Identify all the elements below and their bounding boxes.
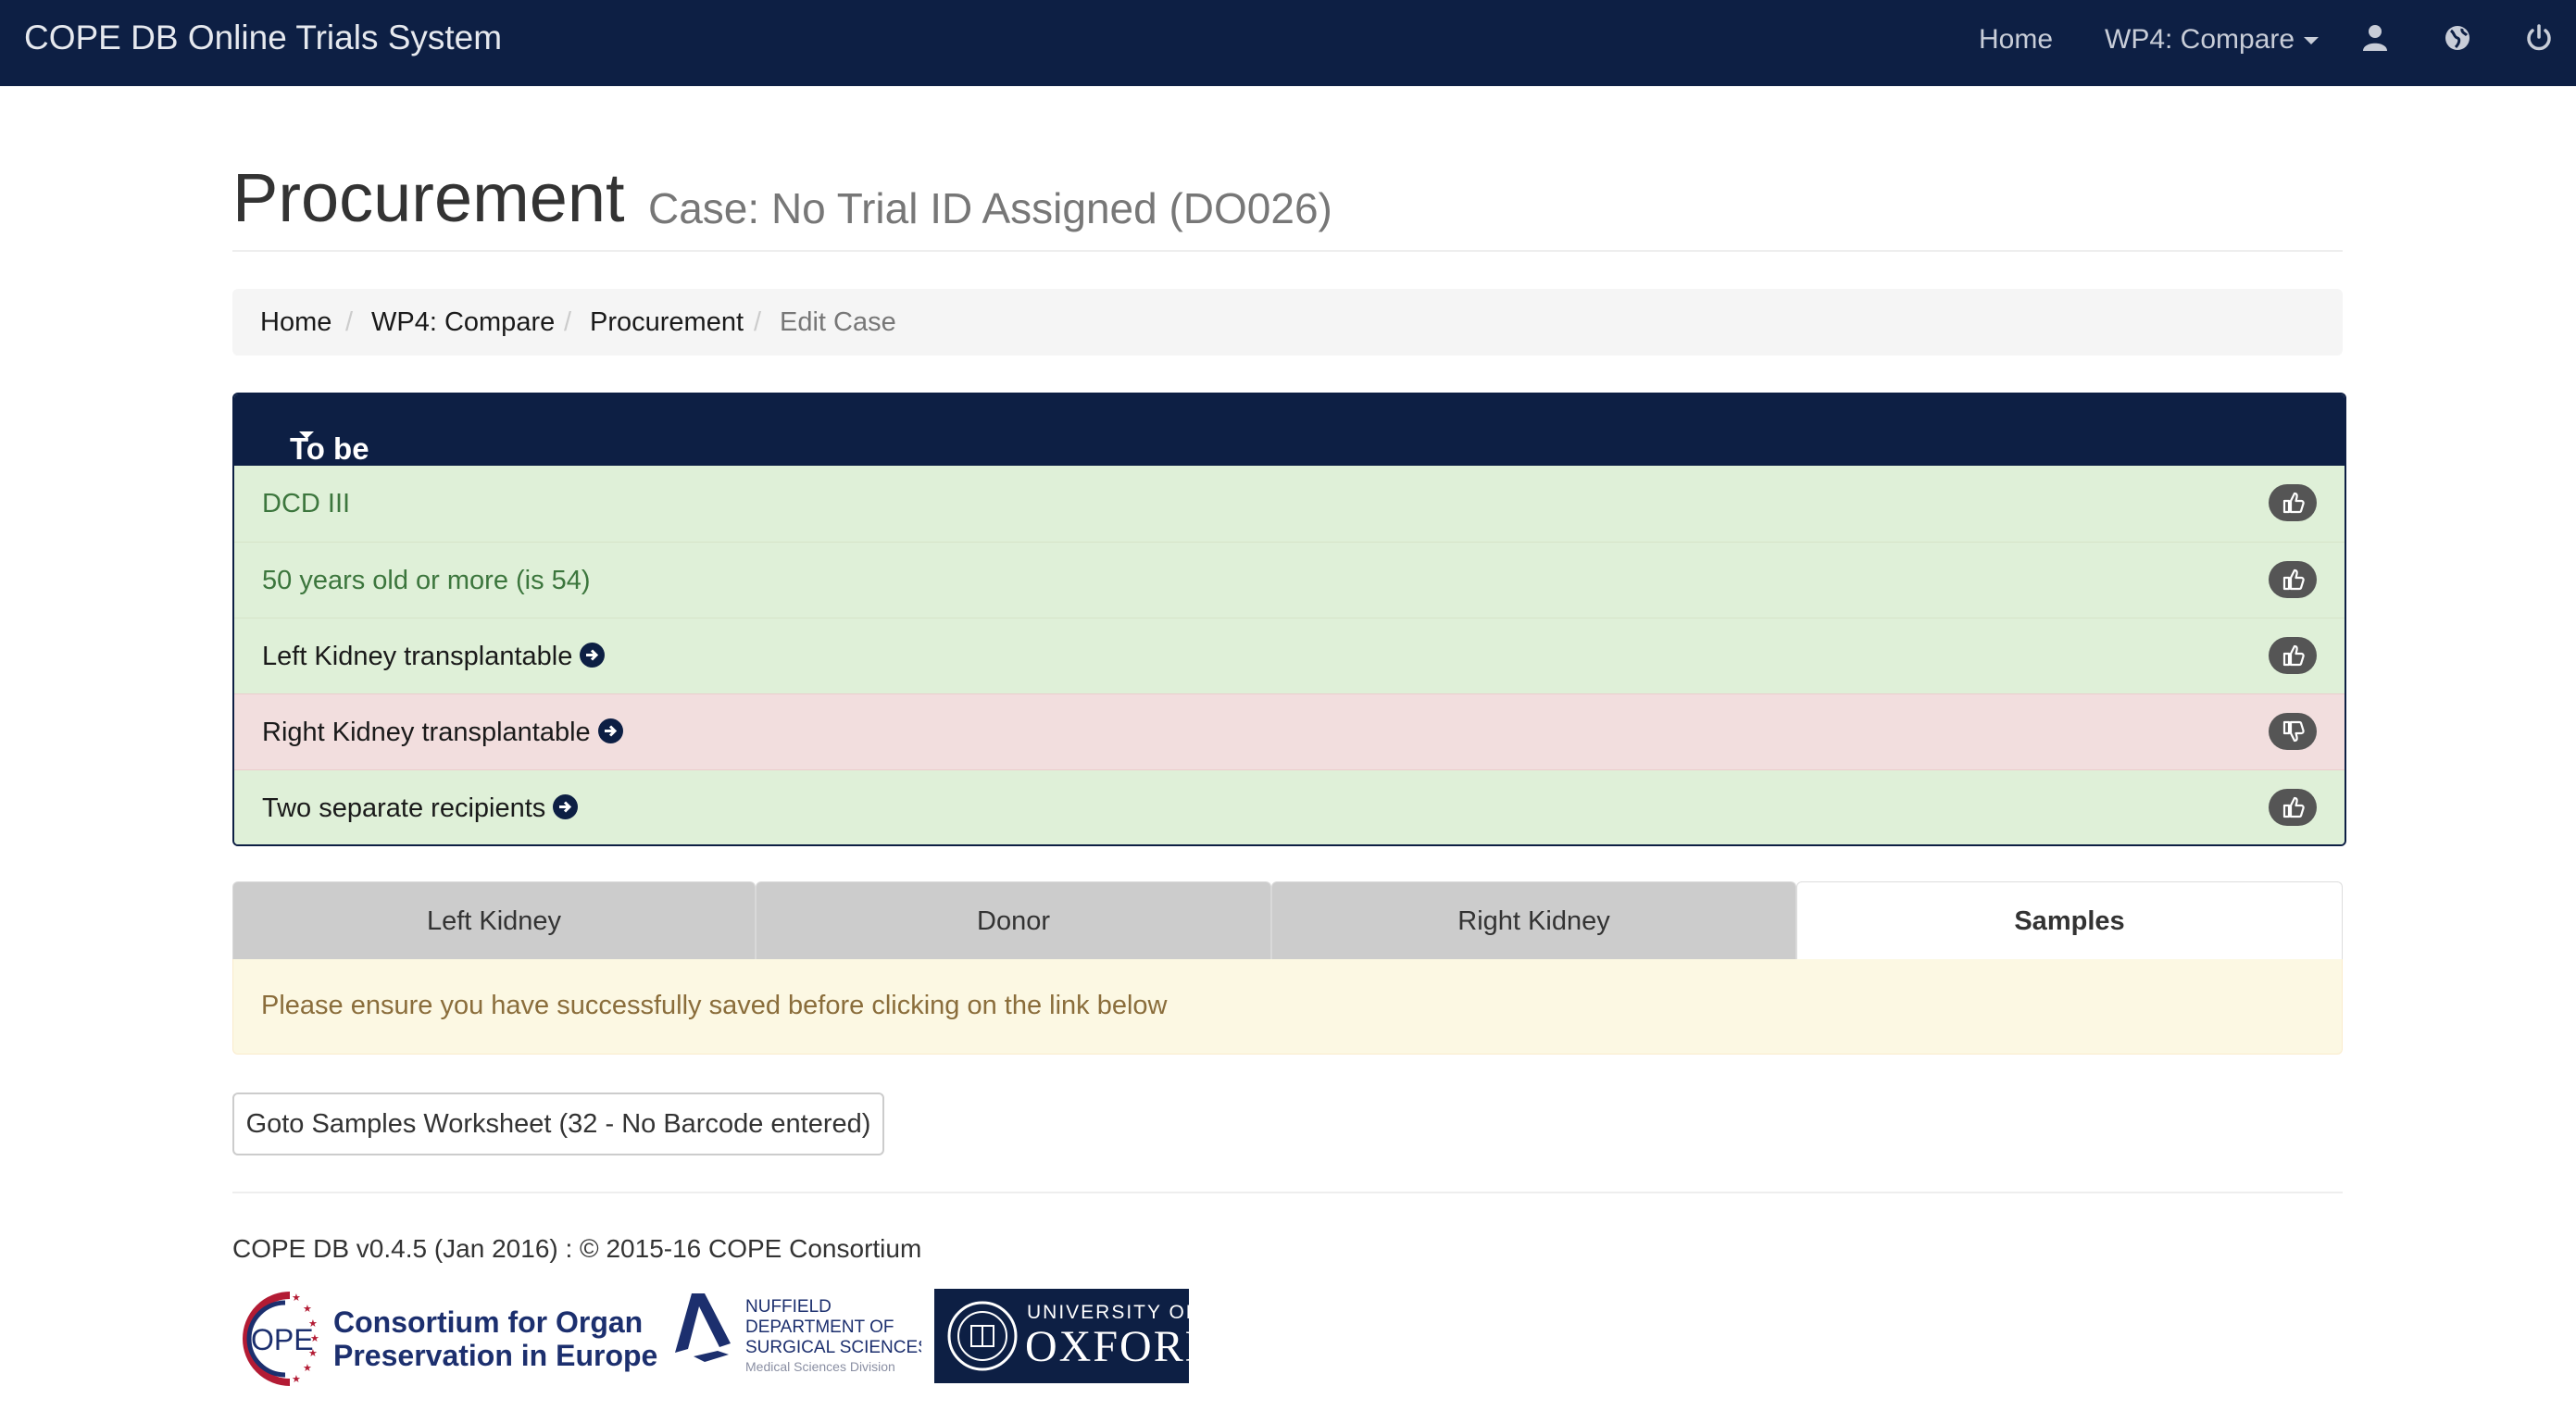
arrow-circle-right-icon[interactable] (553, 794, 579, 819)
globe-icon[interactable] (2442, 22, 2473, 54)
svg-text:★: ★ (292, 1292, 301, 1304)
svg-text:★: ★ (303, 1362, 312, 1374)
chevron-down-icon (2304, 37, 2320, 45)
alert-text: Please ensure you have successfully save… (261, 991, 1168, 1020)
eligibility-row-label: Two separate recipients (262, 793, 546, 823)
thumbs-up-icon (2269, 637, 2317, 674)
breadcrumb-current: Edit Case (780, 307, 896, 337)
svg-text:★: ★ (308, 1317, 318, 1330)
cope-logo-line2: Preservation in Europe (333, 1339, 657, 1372)
power-icon[interactable] (2523, 22, 2555, 54)
eligibility-panel: To be eligible for this trial you must s… (232, 393, 2346, 846)
nds-logo-line3: SURGICAL SCIENCES (745, 1338, 921, 1357)
cope-logo: OPE ★★★ ★★★★ Consortium for Organ Preser… (243, 1292, 657, 1386)
save-warning-alert: Please ensure you have successfully save… (232, 959, 2343, 1055)
eligibility-row-label: DCD III (262, 489, 351, 518)
tab-donor[interactable]: Donor (756, 881, 1271, 959)
breadcrumb: Home / WP4: Compare / Procurement / Edit… (232, 289, 2343, 356)
tab-samples[interactable]: Samples (1796, 881, 2343, 959)
case-subtitle: Case: No Trial ID Assigned (DO026) (648, 184, 1332, 232)
eligibility-row-left-kidney: Left Kidney transplantable (234, 618, 2345, 694)
cope-logo-ope: OPE (251, 1323, 314, 1356)
footer-copyright: COPE DB v0.4.5 (Jan 2016) : © 2015-16 CO… (232, 1234, 922, 1263)
eligibility-row-age: 50 years old or more (is 54) (234, 542, 2345, 618)
oxford-logo-line2: OXFORD (1025, 1322, 1189, 1371)
eligibility-row-recipients: Two separate recipients (234, 769, 2345, 844)
tab-left-kidney[interactable]: Left Kidney (232, 881, 756, 959)
eligibility-row-label: 50 years old or more (is 54) (262, 566, 591, 595)
breadcrumb-separator: / (564, 307, 572, 337)
arrow-circle-right-icon[interactable] (580, 643, 606, 668)
eligibility-row-label: Left Kidney transplantable (262, 642, 573, 671)
thumbs-down-icon (2269, 713, 2317, 750)
thumbs-up-icon (2269, 561, 2317, 598)
eligibility-row-dcd: DCD III (234, 466, 2345, 542)
nav-home-link[interactable]: Home (1979, 24, 2053, 56)
case-tabs: Left Kidney Donor Right Kidney Samples (232, 881, 2343, 959)
svg-text:★: ★ (308, 1347, 318, 1359)
nav-compare-dropdown[interactable]: WP4: Compare (2105, 24, 2320, 56)
goto-samples-worksheet-button[interactable]: Goto Samples Worksheet (32 - No Barcode … (232, 1093, 884, 1155)
svg-text:★: ★ (303, 1303, 312, 1315)
eligibility-row-right-kidney: Right Kidney transplantable (234, 693, 2345, 770)
page-header: Procurement Case: No Trial ID Assigned (… (232, 157, 2343, 252)
cope-logo-line1: Consortium for Organ (333, 1305, 643, 1339)
arrow-circle-right-icon[interactable] (597, 718, 623, 743)
app-brand[interactable]: COPE DB Online Trials System (24, 19, 502, 57)
breadcrumb-procurement[interactable]: Procurement (590, 307, 744, 338)
page-title: Procurement (232, 159, 625, 236)
thumbs-up-icon (2269, 484, 2317, 521)
thumbs-up-icon (2269, 789, 2317, 826)
nds-logo-line4: Medical Sciences Division (745, 1359, 895, 1374)
breadcrumb-separator: / (345, 307, 354, 337)
svg-text:★: ★ (310, 1332, 319, 1344)
breadcrumb-compare[interactable]: WP4: Compare (371, 307, 555, 338)
eligibility-row-label: Right Kidney transplantable (262, 718, 591, 747)
nds-logo-line2: DEPARTMENT OF (745, 1317, 894, 1337)
nds-logo-line1: NUFFIELD (745, 1297, 832, 1317)
footer: COPE DB v0.4.5 (Jan 2016) : © 2015-16 CO… (232, 1192, 2343, 1406)
user-icon[interactable] (2359, 22, 2391, 54)
nds-logo: NUFFIELD DEPARTMENT OF SURGICAL SCIENCES… (675, 1293, 921, 1374)
tab-right-kidney[interactable]: Right Kidney (1271, 881, 1796, 959)
eligibility-heading[interactable]: To be eligible for this trial you must s… (234, 394, 2345, 677)
chevron-down-icon (299, 431, 314, 439)
oxford-logo: UNIVERSITY OF OXFORD (934, 1289, 1189, 1383)
breadcrumb-home[interactable]: Home (260, 307, 331, 338)
nav-compare-label: WP4: Compare (2105, 24, 2295, 55)
breadcrumb-separator: / (754, 307, 762, 337)
oxford-logo-line1: UNIVERSITY OF (1027, 1302, 1189, 1323)
top-navbar: COPE DB Online Trials System Home WP4: C… (0, 0, 2576, 86)
svg-text:★: ★ (292, 1373, 301, 1385)
